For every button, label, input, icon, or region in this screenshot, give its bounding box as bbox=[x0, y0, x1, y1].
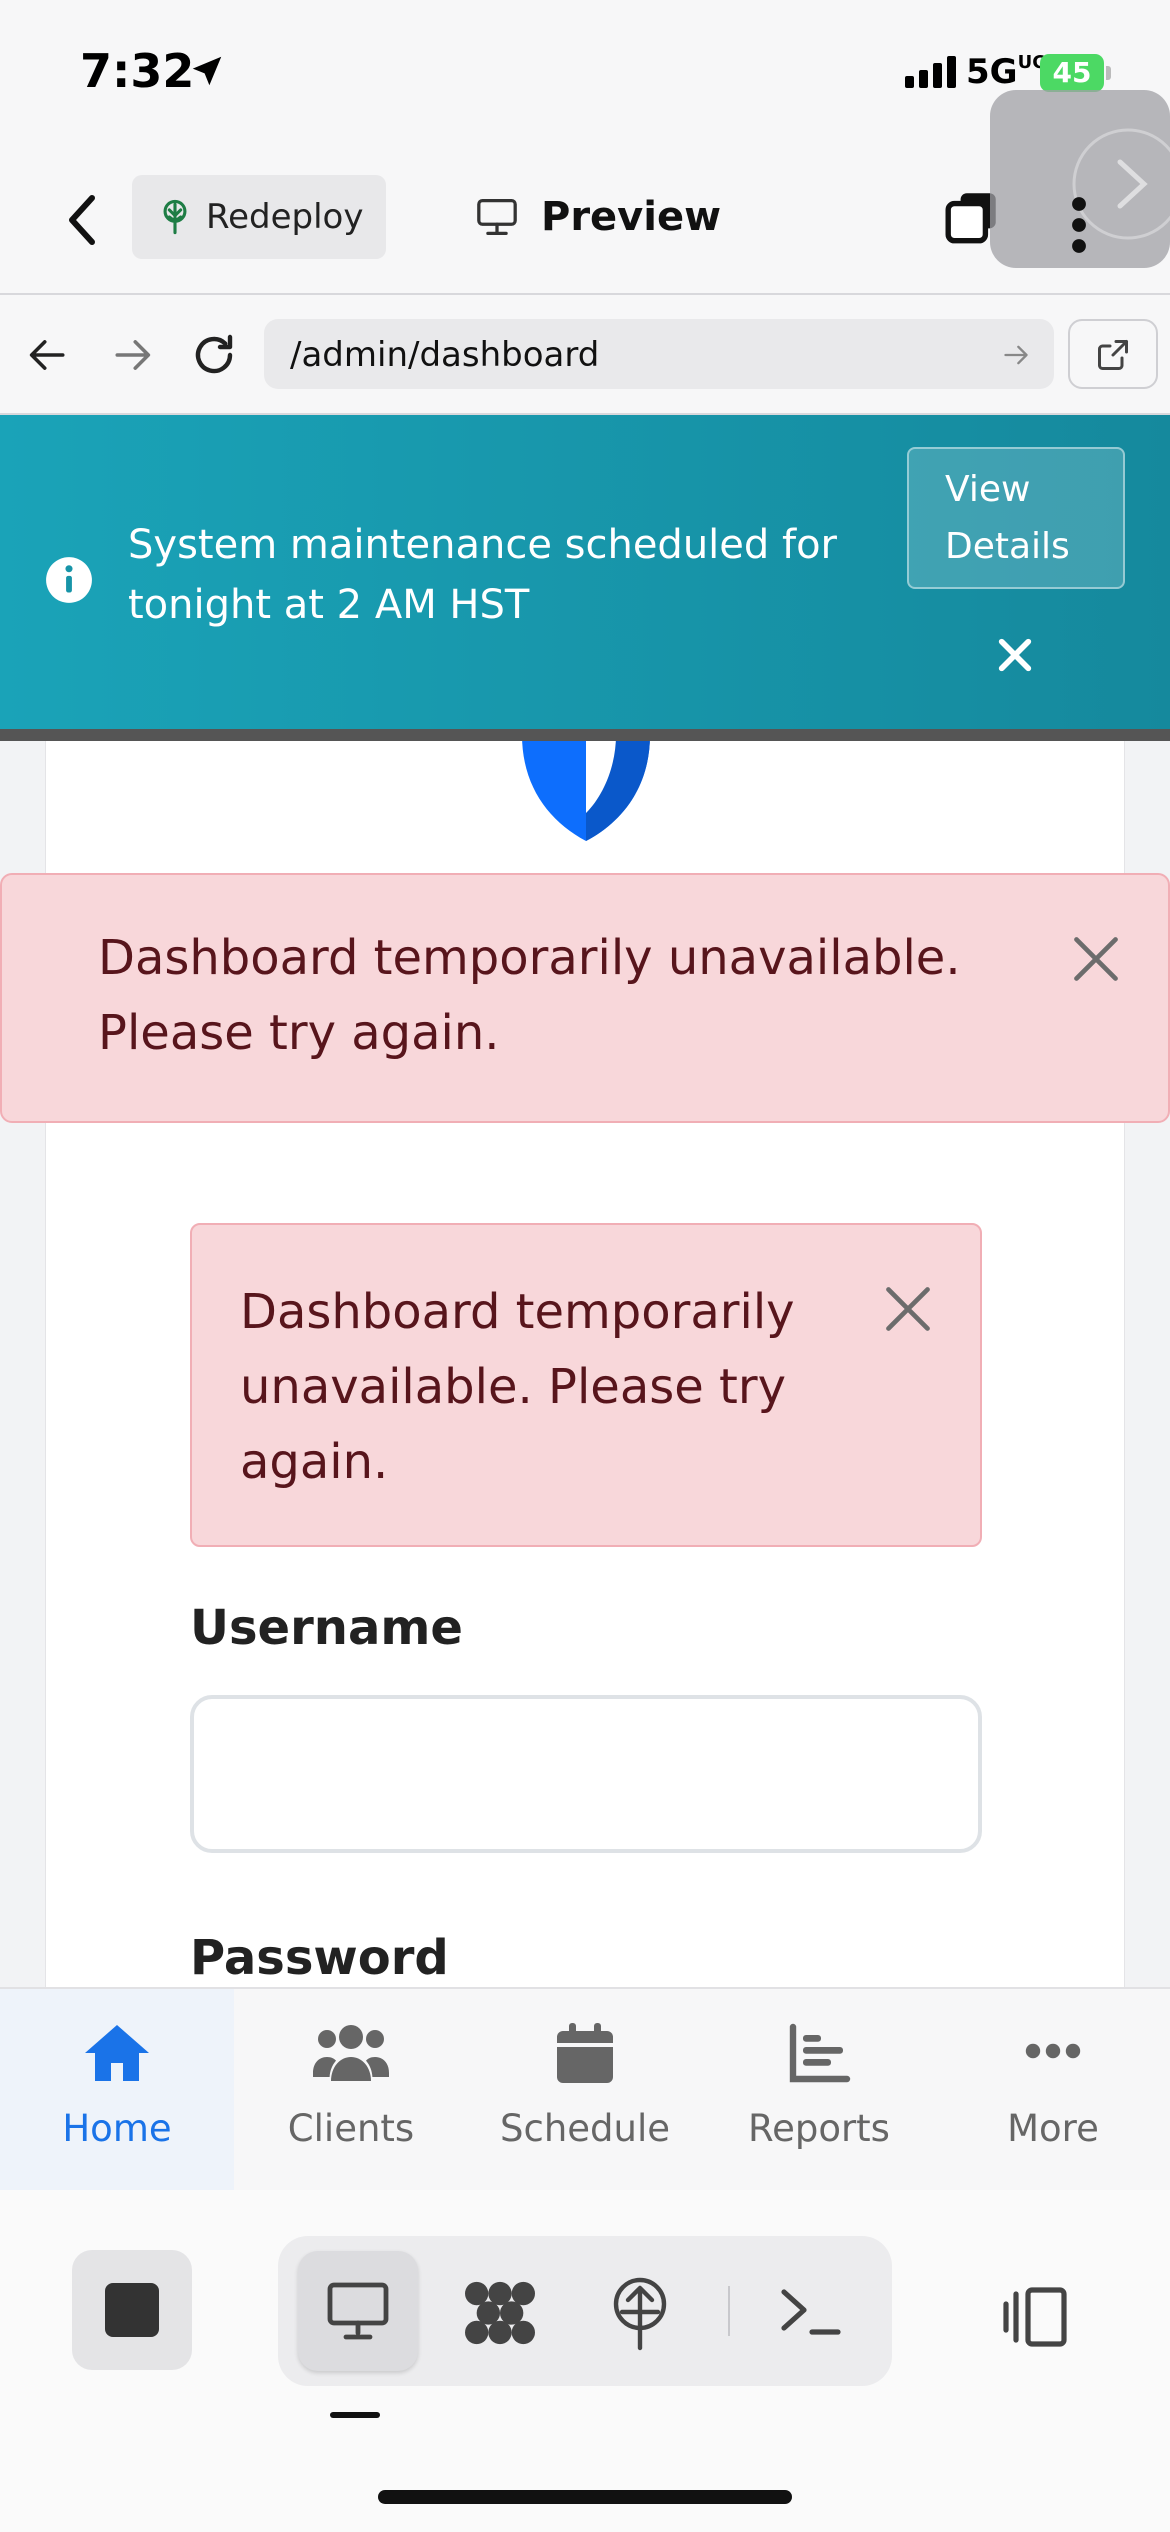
separator bbox=[728, 2286, 730, 2336]
reload-icon[interactable] bbox=[190, 331, 238, 379]
bar-chart-icon bbox=[702, 2021, 936, 2085]
monitor-icon bbox=[475, 197, 519, 237]
preview-label: Preview bbox=[541, 194, 722, 240]
error-toast: Dashboard temporarily unavailable. Pleas… bbox=[0, 873, 1170, 1123]
terminal-icon[interactable] bbox=[778, 2284, 842, 2340]
info-icon bbox=[44, 555, 94, 605]
close-icon[interactable] bbox=[882, 1283, 934, 1335]
error-alert: Dashboard temporarily unavailable. Pleas… bbox=[190, 1223, 982, 1547]
stop-button[interactable] bbox=[72, 2250, 192, 2370]
redeploy-label: Redeploy bbox=[206, 197, 364, 237]
arrow-left-icon[interactable] bbox=[28, 337, 68, 373]
deploy-tree-icon bbox=[158, 198, 192, 236]
url-text[interactable]: /admin/dashboard bbox=[290, 335, 599, 375]
location-arrow-icon bbox=[188, 52, 226, 90]
open-external-button[interactable] bbox=[1068, 319, 1158, 389]
tab-home[interactable]: Home bbox=[0, 1989, 234, 2190]
username-label: Username bbox=[190, 1600, 463, 1656]
calendar-icon bbox=[468, 2021, 702, 2085]
url-go-arrow-icon[interactable] bbox=[1002, 343, 1030, 367]
side-panel-icon[interactable] bbox=[1000, 2286, 1072, 2348]
tab-label: Clients bbox=[287, 2107, 415, 2150]
tab-schedule[interactable]: Schedule bbox=[468, 1989, 702, 2190]
password-label: Password bbox=[190, 1930, 449, 1986]
view-details-button[interactable]: View Details bbox=[907, 447, 1125, 589]
external-link-icon bbox=[1098, 340, 1128, 370]
battery-level: 45 bbox=[1040, 54, 1104, 92]
error-toast-message: Dashboard temporarily unavailable. Pleas… bbox=[98, 930, 961, 1061]
back-chevron-icon[interactable] bbox=[62, 192, 102, 248]
tab-label: More bbox=[1007, 2107, 1099, 2150]
tab-clients[interactable]: Clients bbox=[234, 1989, 468, 2190]
users-icon bbox=[234, 2021, 468, 2085]
tool-group bbox=[278, 2236, 892, 2386]
tab-label: Schedule bbox=[499, 2107, 671, 2150]
home-indicator[interactable] bbox=[378, 2490, 792, 2504]
active-tool-indicator bbox=[330, 2412, 380, 2418]
maintenance-banner: System maintenance scheduled for tonight… bbox=[0, 415, 1170, 741]
ellipsis-icon bbox=[936, 2021, 1170, 2061]
username-input[interactable] bbox=[190, 1695, 982, 1853]
tab-more[interactable]: More bbox=[936, 1989, 1170, 2190]
bottom-tab-bar: Home Clients Schedule Reports More bbox=[0, 1987, 1170, 2190]
home-icon bbox=[0, 2021, 234, 2085]
battery-tip bbox=[1106, 66, 1111, 80]
deploy-icon[interactable] bbox=[610, 2276, 670, 2352]
tab-label: Home bbox=[62, 2107, 172, 2150]
tab-reports[interactable]: Reports bbox=[702, 1989, 936, 2190]
integrations-icon[interactable] bbox=[460, 2278, 540, 2348]
app-toolbar: Redeploy Preview bbox=[0, 90, 1170, 295]
preview-button[interactable]: Preview bbox=[475, 175, 721, 259]
kebab-menu-icon[interactable] bbox=[1070, 195, 1088, 255]
network-type: 5GUC bbox=[966, 52, 1046, 92]
url-field[interactable]: /admin/dashboard bbox=[264, 319, 1054, 389]
maintenance-message: System maintenance scheduled for tonight… bbox=[128, 522, 838, 628]
browser-bar: /admin/dashboard bbox=[0, 295, 1170, 415]
redeploy-button[interactable]: Redeploy bbox=[132, 175, 386, 259]
close-icon[interactable] bbox=[1070, 933, 1122, 985]
bottom-tool-strip bbox=[0, 2190, 1170, 2532]
close-icon[interactable] bbox=[995, 635, 1035, 675]
cellular-signal-icon bbox=[905, 56, 956, 88]
monitor-icon bbox=[327, 2282, 389, 2340]
status-time: 7:32 bbox=[80, 44, 195, 98]
tab-label: Reports bbox=[748, 2107, 890, 2150]
error-alert-message: Dashboard temporarily unavailable. Pleas… bbox=[240, 1284, 795, 1490]
arrow-right-icon[interactable] bbox=[112, 337, 152, 373]
stop-icon bbox=[105, 2283, 159, 2337]
desktop-view-button[interactable] bbox=[298, 2251, 418, 2371]
